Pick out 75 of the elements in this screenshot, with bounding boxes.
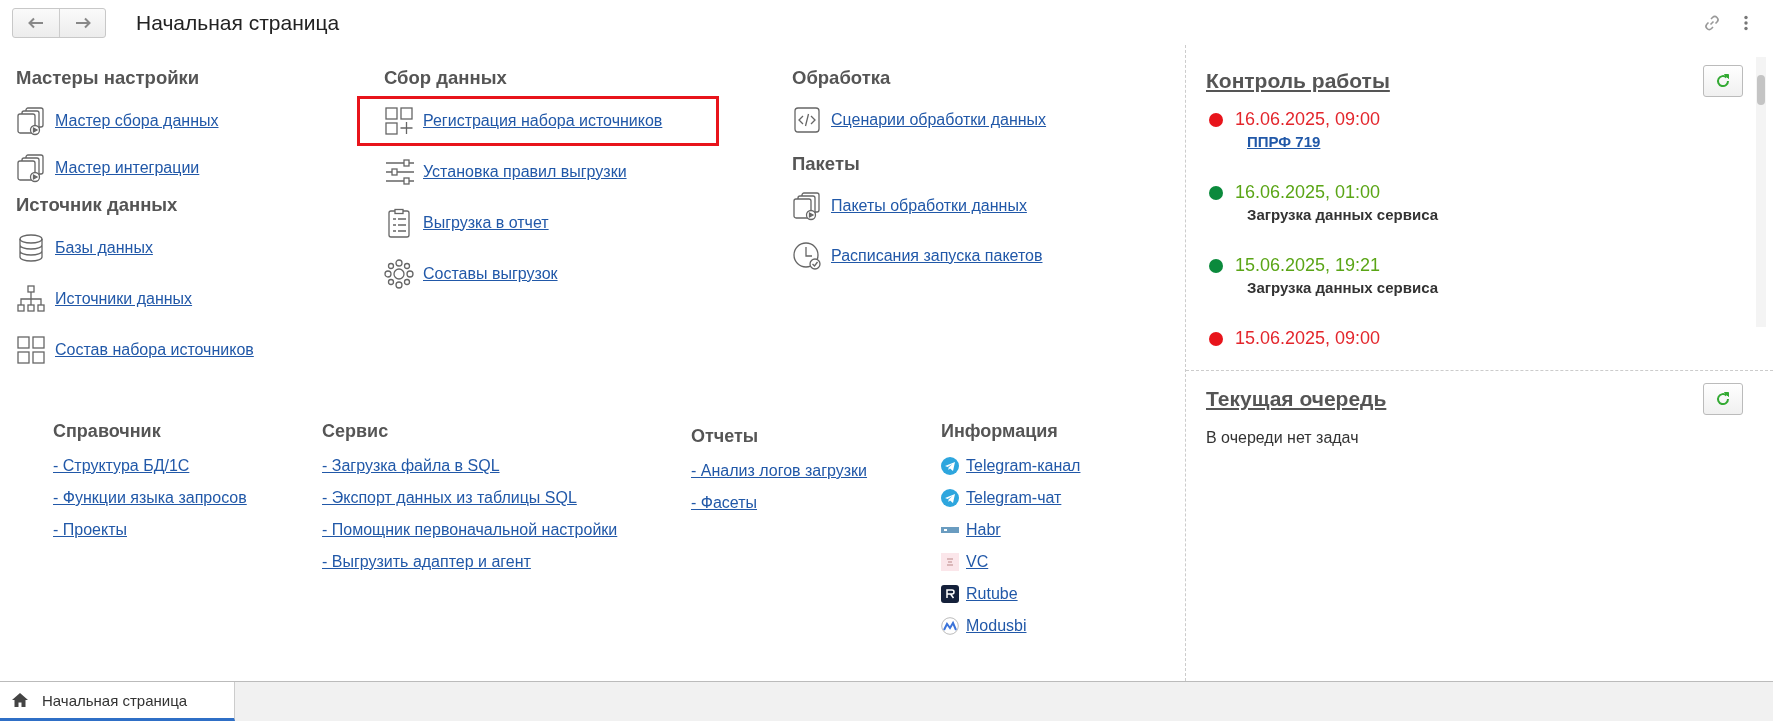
nav-link[interactable]: Источники данных bbox=[55, 289, 193, 308]
event-time: 15.06.2025, 09:00 bbox=[1235, 328, 1381, 349]
nav-link[interactable]: - Помощник первоначальной настройки bbox=[322, 521, 618, 539]
stacked-pages-icon bbox=[16, 105, 46, 136]
hierarchy-icon bbox=[16, 283, 46, 314]
nav-link[interactable]: Установка правил выгрузки bbox=[423, 162, 627, 181]
nav-link[interactable]: Мастер интеграции bbox=[55, 159, 200, 177]
event-time: 16.06.2025, 01:00 bbox=[1235, 182, 1381, 203]
nav-link[interactable]: Мастер сбора данных bbox=[55, 111, 219, 130]
refresh-icon bbox=[1715, 73, 1731, 89]
mountain-logo-icon bbox=[941, 617, 959, 635]
stacked-pages-icon bbox=[792, 191, 822, 221]
square-logo-icon bbox=[941, 553, 959, 571]
code-icon bbox=[792, 105, 822, 135]
section-heading: Сервис bbox=[322, 421, 390, 442]
panel-title: Текущая очередь bbox=[1206, 387, 1387, 411]
nav-link[interactable]: - Анализ логов загрузки bbox=[691, 462, 868, 480]
section-heading: Сбор данных bbox=[384, 66, 508, 90]
section-heading: Мастеры настройки bbox=[16, 66, 201, 90]
refresh-button[interactable] bbox=[1703, 65, 1743, 97]
nav-link[interactable]: Регистрация набора источников bbox=[423, 111, 663, 130]
clock-icon bbox=[792, 241, 822, 271]
link-icon[interactable] bbox=[1703, 13, 1721, 32]
banner-icon bbox=[941, 527, 959, 533]
page-title: Начальная страница bbox=[136, 10, 340, 35]
queue-message: В очереди нет задач bbox=[1206, 429, 1360, 447]
nav-link[interactable]: Habr bbox=[966, 521, 1001, 539]
section-heading: Отчеты bbox=[691, 426, 760, 447]
nav-link[interactable]: - Выгрузить адаптер и агент bbox=[322, 553, 531, 571]
grid-plus-icon bbox=[384, 105, 414, 136]
database-icon bbox=[16, 232, 46, 263]
page-tab[interactable]: Начальная страница bbox=[0, 682, 235, 721]
sliders-icon bbox=[384, 156, 414, 187]
forward-arrow-icon bbox=[74, 16, 91, 29]
event-time: 15.06.2025, 19:21 bbox=[1235, 255, 1381, 276]
nav-link[interactable]: - Проекты bbox=[53, 521, 127, 539]
nav-link[interactable]: Telegram-канал bbox=[966, 457, 1081, 475]
network-icon bbox=[384, 258, 414, 289]
nav-link[interactable]: Расписания запуска пакетов bbox=[831, 247, 1043, 265]
nav-link[interactable]: Сценарии обработки данных bbox=[831, 111, 1047, 129]
square-logo-icon bbox=[941, 585, 959, 603]
nav-link[interactable]: Состав набора источников bbox=[55, 340, 254, 359]
nav-link[interactable]: Базы данных bbox=[55, 238, 153, 257]
section-heading: Справочник bbox=[53, 421, 162, 442]
event-description: Загрузка данных сервиса bbox=[1247, 279, 1440, 296]
nav-link[interactable]: Выгрузка в отчет bbox=[423, 213, 549, 232]
nav-link[interactable]: - Фасеты bbox=[691, 494, 758, 512]
nav-link[interactable]: - Экспорт данных из таблицы SQL bbox=[322, 489, 577, 507]
event-description: Загрузка данных сервиса bbox=[1247, 206, 1440, 223]
back-arrow-icon bbox=[28, 16, 44, 29]
stacked-pages-icon bbox=[16, 153, 46, 183]
section-heading: Источник данных bbox=[16, 193, 179, 217]
event-time: 16.06.2025, 09:00 bbox=[1235, 109, 1381, 130]
nav-link[interactable]: Rutube bbox=[966, 585, 1018, 603]
grid-icon bbox=[16, 334, 46, 365]
paper-plane-icon bbox=[941, 457, 959, 475]
nav-link[interactable]: Telegram-чат bbox=[966, 489, 1062, 507]
section-heading: Информация bbox=[941, 421, 1059, 442]
event-link[interactable]: ППРФ 719 bbox=[1247, 133, 1321, 150]
section-heading: Обработка bbox=[792, 66, 892, 90]
nav-link[interactable]: - Структура БД/1С bbox=[53, 457, 190, 475]
refresh-icon bbox=[1715, 391, 1731, 407]
nav-link[interactable]: Modusbi bbox=[966, 617, 1027, 635]
nav-link[interactable]: - Загрузка файла в SQL bbox=[322, 457, 500, 475]
panel-title: Контроль работы bbox=[1206, 69, 1390, 93]
refresh-button[interactable] bbox=[1703, 383, 1743, 415]
nav-link[interactable]: VC bbox=[966, 553, 989, 571]
nav-link[interactable]: - Функции языка запросов bbox=[53, 489, 247, 507]
scrollbar[interactable] bbox=[1756, 57, 1766, 327]
paper-plane-icon bbox=[941, 489, 959, 507]
section-heading: Пакеты bbox=[792, 152, 861, 176]
nav-link[interactable]: Составы выгрузок bbox=[423, 264, 558, 283]
home-icon bbox=[12, 693, 28, 707]
more-icon[interactable] bbox=[1743, 14, 1749, 31]
nav-link[interactable]: Пакеты обработки данных bbox=[831, 197, 1027, 215]
